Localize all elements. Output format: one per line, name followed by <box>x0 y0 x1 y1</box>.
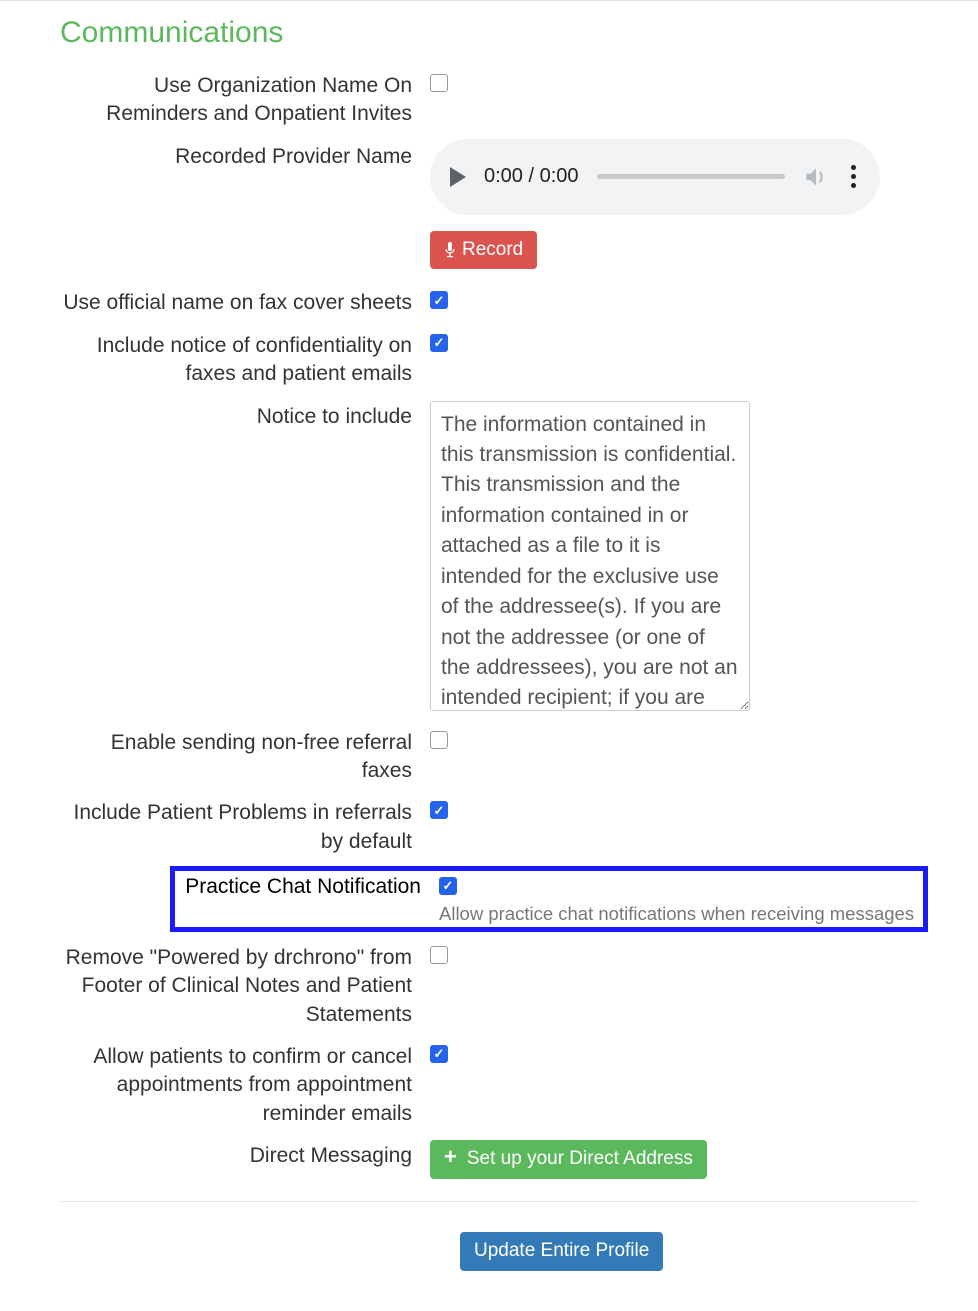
update-profile-label: Update Entire Profile <box>474 1240 649 1263</box>
label-patient-problems: Include Patient Problems in referrals by… <box>60 795 430 856</box>
record-button-label: Record <box>462 239 523 262</box>
section-title: Communications <box>60 16 918 50</box>
record-button[interactable]: Record <box>430 231 537 270</box>
divider <box>60 1201 918 1202</box>
volume-icon[interactable] <box>803 164 829 190</box>
field-allow-confirm: Allow patients to confirm or cancel appo… <box>60 1039 918 1128</box>
checkbox-fax-cover[interactable] <box>430 291 448 309</box>
field-practice-chat: Practice Chat Notification Allow practic… <box>181 871 917 925</box>
audio-time: 0:00 / 0:00 <box>484 165 579 188</box>
setup-direct-address-button[interactable]: Set up your Direct Address <box>430 1140 707 1179</box>
checkbox-nonfree-fax[interactable] <box>430 731 448 749</box>
field-fax-cover: Use official name on fax cover sheets <box>60 285 918 317</box>
field-direct-messaging: Direct Messaging Set up your Direct Addr… <box>60 1138 918 1179</box>
label-confidentiality: Include notice of confidentiality on fax… <box>60 328 430 389</box>
label-direct-messaging: Direct Messaging <box>60 1138 430 1170</box>
checkbox-org-name[interactable] <box>430 74 448 92</box>
label-recorded-provider: Recorded Provider Name <box>60 139 430 171</box>
label-org-name: Use Organization Name On Reminders and O… <box>60 68 430 129</box>
label-remove-powered: Remove "Powered by drchrono" from Footer… <box>60 940 430 1029</box>
field-patient-problems: Include Patient Problems in referrals by… <box>60 795 918 856</box>
field-record-button-row: Record <box>60 229 918 270</box>
checkbox-practice-chat[interactable] <box>439 877 457 895</box>
label-allow-confirm: Allow patients to confirm or cancel appo… <box>60 1039 430 1128</box>
checkbox-confidentiality[interactable] <box>430 334 448 352</box>
label-practice-chat: Practice Chat Notification <box>181 871 439 901</box>
label-nonfree-fax: Enable sending non-free referral faxes <box>60 725 430 786</box>
update-profile-button[interactable]: Update Entire Profile <box>460 1232 663 1271</box>
field-notice-include: Notice to include <box>60 399 918 711</box>
field-remove-powered: Remove "Powered by drchrono" from Footer… <box>60 940 918 1029</box>
field-nonfree-fax: Enable sending non-free referral faxes <box>60 725 918 786</box>
label-fax-cover: Use official name on fax cover sheets <box>60 285 430 317</box>
plus-icon <box>444 1148 461 1171</box>
checkbox-allow-confirm[interactable] <box>430 1045 448 1063</box>
microphone-icon <box>444 242 456 258</box>
setup-direct-label: Set up your Direct Address <box>467 1148 693 1171</box>
audio-track[interactable] <box>597 174 785 179</box>
play-icon[interactable] <box>450 167 466 187</box>
help-practice-chat: Allow practice chat notifications when r… <box>439 903 914 925</box>
checkbox-remove-powered[interactable] <box>430 946 448 964</box>
kebab-menu-icon[interactable] <box>847 161 860 192</box>
field-recorded-provider: Recorded Provider Name 0:00 / 0:00 <box>60 139 918 215</box>
audio-player[interactable]: 0:00 / 0:00 <box>430 139 880 215</box>
field-confidentiality: Include notice of confidentiality on fax… <box>60 328 918 389</box>
notice-textarea[interactable] <box>430 401 750 711</box>
label-notice: Notice to include <box>60 399 430 431</box>
checkbox-patient-problems[interactable] <box>430 801 448 819</box>
field-org-name-reminders: Use Organization Name On Reminders and O… <box>60 68 918 129</box>
highlighted-practice-chat: Practice Chat Notification Allow practic… <box>170 866 928 932</box>
